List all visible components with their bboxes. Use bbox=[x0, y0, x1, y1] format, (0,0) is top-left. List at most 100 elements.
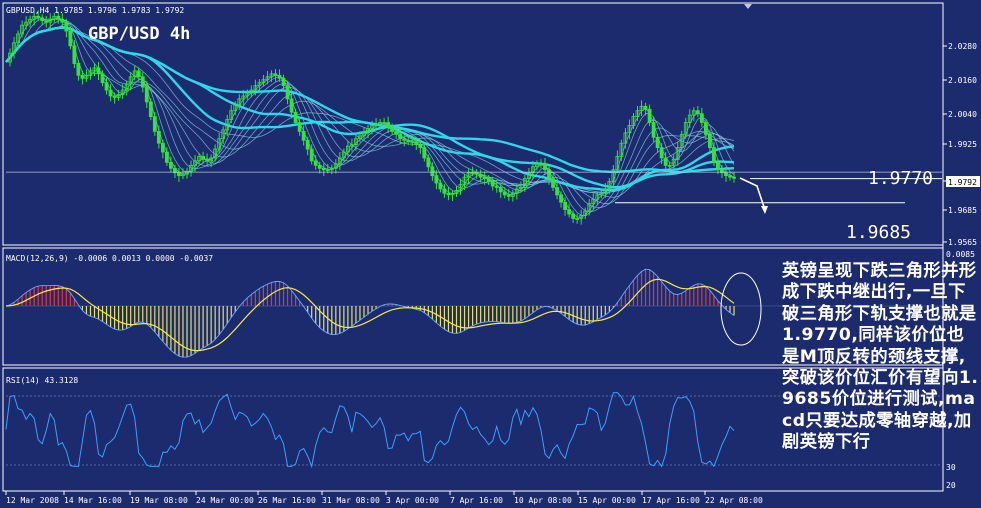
candle-body bbox=[104, 82, 109, 91]
candle-body bbox=[422, 147, 427, 159]
candle-body bbox=[571, 213, 576, 219]
candle-body bbox=[438, 182, 443, 190]
y-tick-label: 1.9925 bbox=[948, 140, 977, 149]
candle-body bbox=[430, 166, 435, 177]
candle-body bbox=[386, 122, 391, 128]
candle-body bbox=[305, 139, 310, 150]
candle-body bbox=[647, 108, 652, 123]
candle-body bbox=[494, 185, 499, 188]
candle-body bbox=[321, 167, 326, 171]
ma-line-70 bbox=[5, 26, 735, 174]
ma-line-14 bbox=[5, 22, 735, 205]
macd-axis-top: 0.0085 bbox=[946, 250, 975, 259]
candle-body bbox=[474, 172, 479, 175]
candle-body bbox=[547, 169, 551, 179]
candle-body bbox=[76, 63, 81, 76]
candle-body bbox=[555, 187, 559, 196]
analysis-annotation: 英镑呈现下跌三角形并形成下跌中继出行,一旦下破三角形下轨支撑也就是1.9770,… bbox=[782, 261, 979, 453]
y-tick-label: 1.9685 bbox=[948, 206, 977, 215]
level-label-resistance: 1.9770 bbox=[868, 168, 933, 189]
candle-body bbox=[543, 163, 547, 171]
y-tick-label: 2.0040 bbox=[948, 110, 977, 119]
arrow-head-icon bbox=[761, 206, 768, 214]
candle-body bbox=[72, 45, 77, 64]
ma-line-22 bbox=[5, 27, 735, 193]
x-tick-label: 26 Mar 16:00 bbox=[258, 496, 316, 505]
candle-body bbox=[663, 157, 668, 166]
symbol-info: GBPUSD,H4 1.9785 1.9796 1.9783 1.9792 bbox=[6, 6, 184, 15]
moving-averages bbox=[5, 17, 735, 218]
candle-body bbox=[563, 201, 568, 210]
candle-body bbox=[169, 161, 173, 169]
candle-body bbox=[398, 133, 403, 140]
candle-body bbox=[418, 144, 423, 149]
candle-body bbox=[317, 164, 322, 169]
x-tick-label: 31 Mar 08:00 bbox=[322, 496, 380, 505]
candle-body bbox=[490, 181, 495, 187]
candle-body bbox=[708, 133, 712, 149]
chart-title: GBP/USD 4h bbox=[88, 24, 190, 44]
candle-body bbox=[659, 147, 664, 159]
x-tick-label: 3 Apr 00:00 bbox=[386, 496, 439, 505]
candle-body bbox=[297, 122, 302, 132]
candle-body bbox=[277, 74, 282, 79]
candle-body bbox=[651, 122, 656, 138]
candle-body bbox=[712, 147, 716, 163]
highlight-ellipse bbox=[720, 272, 762, 346]
candle-body bbox=[285, 85, 290, 100]
y-tick-label: 2.0160 bbox=[948, 76, 977, 85]
candle-body bbox=[643, 105, 648, 110]
candle-body bbox=[309, 148, 314, 162]
candle-body bbox=[140, 76, 145, 88]
candle-body bbox=[152, 116, 157, 132]
candle-body bbox=[699, 113, 704, 123]
y-tick-label: 2.0280 bbox=[948, 42, 977, 51]
candle-body bbox=[136, 70, 141, 78]
candle-body bbox=[426, 157, 431, 168]
candle-body bbox=[301, 130, 306, 141]
candle-body bbox=[313, 160, 318, 166]
candle-body bbox=[406, 139, 411, 143]
candle-body bbox=[655, 136, 660, 149]
candle-body bbox=[80, 74, 85, 79]
candle-body bbox=[716, 161, 720, 171]
macd-label: MACD(12,26,9) -0.0006 0.0013 0.0000 -0.0… bbox=[6, 254, 213, 263]
candle-body bbox=[68, 30, 73, 47]
candle-body bbox=[289, 98, 294, 113]
down-arrow bbox=[739, 177, 766, 211]
candle-body bbox=[205, 159, 210, 162]
x-tick-label: 7 Apr 16:00 bbox=[450, 496, 503, 505]
x-tick-label: 17 Apr 16:00 bbox=[642, 496, 700, 505]
candle-body bbox=[482, 176, 487, 179]
candle-body bbox=[144, 86, 149, 103]
candle-body bbox=[728, 175, 732, 178]
x-tick-label: 10 Apr 08:00 bbox=[514, 496, 572, 505]
candle-body bbox=[695, 110, 700, 115]
x-tick-label: 24 Mar 00:00 bbox=[196, 496, 254, 505]
candle-body bbox=[293, 111, 298, 123]
candle-body bbox=[402, 138, 407, 141]
ma-line-28 bbox=[5, 27, 735, 193]
dropdown-triangle-icon[interactable] bbox=[744, 4, 752, 9]
candle-body bbox=[177, 172, 181, 177]
candle-body bbox=[201, 156, 205, 160]
x-tick-label: 14 Mar 16:00 bbox=[64, 496, 122, 505]
candle-body bbox=[390, 126, 395, 132]
candle-body bbox=[96, 67, 101, 75]
candle-body bbox=[502, 191, 507, 196]
candle-body bbox=[281, 77, 286, 87]
candle-body bbox=[273, 73, 278, 76]
candle-body bbox=[732, 176, 736, 179]
candle-body bbox=[551, 178, 555, 188]
candle-body bbox=[100, 73, 105, 84]
candle-body bbox=[498, 187, 503, 193]
candle-body bbox=[567, 209, 572, 215]
x-tick-label: 19 Mar 08:00 bbox=[130, 496, 188, 505]
candle-body bbox=[724, 172, 728, 177]
candle-body bbox=[506, 194, 511, 197]
candle-body bbox=[394, 130, 399, 135]
candle-body bbox=[703, 122, 708, 135]
candle-body bbox=[56, 15, 61, 20]
candle-body bbox=[112, 95, 117, 98]
candle-body bbox=[156, 130, 161, 144]
